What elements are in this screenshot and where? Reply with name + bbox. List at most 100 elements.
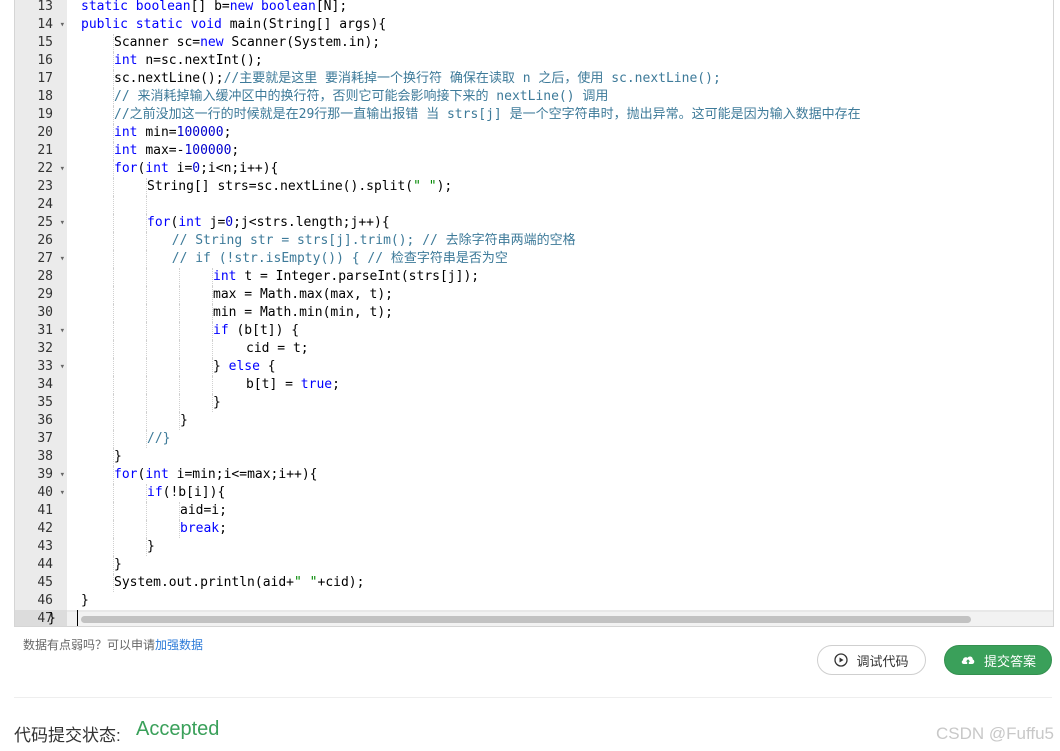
code-line[interactable]: public static void main(String[] args){: [67, 16, 1053, 34]
code-line[interactable]: [67, 196, 1053, 214]
line-number-text: 40: [37, 485, 53, 500]
code-token: }: [213, 395, 221, 410]
code-line[interactable]: static boolean[] b=new boolean[N];: [67, 0, 1053, 16]
horizontal-scrollbar[interactable]: [67, 612, 1053, 626]
code-text: if (b[t]) {: [213, 322, 299, 340]
code-line[interactable]: System.out.println(aid+" "+cid);: [67, 574, 1053, 592]
submission-status-label: 代码提交状态:: [14, 726, 121, 745]
code-line[interactable]: }: [67, 412, 1053, 430]
fold-toggle-icon[interactable]: ▾: [60, 250, 65, 268]
line-number: 43: [15, 538, 67, 556]
code-line[interactable]: min = Math.min(min, t);: [67, 304, 1053, 322]
code-line[interactable]: int min=100000;: [67, 124, 1053, 142]
strengthen-data-link[interactable]: 加强数据: [155, 638, 203, 652]
line-number: 28: [15, 268, 67, 286]
line-number: 32: [15, 340, 67, 358]
code-token: ;: [231, 143, 240, 158]
code-line[interactable]: Scanner sc=new Scanner(System.in);: [67, 34, 1053, 52]
code-line[interactable]: cid = t;: [67, 340, 1053, 358]
code-area[interactable]: static boolean[] b=new boolean[N]; public…: [48, 0, 1053, 626]
line-number-text: 46: [37, 593, 53, 608]
code-token: if: [147, 485, 163, 500]
code-line[interactable]: sc.nextLine();//主要就是这里 要消耗掉一个换行符 确保在读取 n…: [67, 70, 1053, 88]
scrollbar-thumb[interactable]: [81, 616, 971, 623]
line-number: 39 ▾: [15, 466, 67, 484]
indent-guide: [113, 484, 114, 502]
code-token: Scanner sc=: [114, 35, 201, 50]
code-token: }: [213, 359, 229, 374]
line-number-text: 13: [37, 0, 53, 14]
indent-guide: [146, 358, 147, 376]
submit-answer-button[interactable]: 提交答案: [944, 645, 1052, 675]
code-line[interactable]: if (b[t]) {: [67, 322, 1053, 340]
code-text: }: [81, 592, 89, 610]
code-text: int min=100000;: [114, 124, 231, 142]
code-line[interactable]: aid=i;: [67, 502, 1053, 520]
code-line[interactable]: for(int i=min;i<=max;i++){: [67, 466, 1053, 484]
fold-toggle-icon[interactable]: ▾: [60, 484, 65, 502]
fold-toggle-icon[interactable]: ▾: [60, 358, 65, 376]
indent-guide: [113, 394, 114, 412]
code-text: // if (!str.isEmpty()) { // 检查字符串是否为空: [172, 250, 508, 268]
line-number-text: 31: [37, 323, 53, 338]
code-line[interactable]: b[t] = true;: [67, 376, 1053, 394]
line-number-text: 22: [37, 161, 53, 176]
cloud-upload-icon: [960, 653, 976, 667]
code-line[interactable]: // if (!str.isEmpty()) { // 检查字符串是否为空: [67, 250, 1053, 268]
code-token: }: [81, 593, 89, 608]
code-line[interactable]: for(int i=0;i<n;i++){: [67, 160, 1053, 178]
fold-toggle-icon[interactable]: ▾: [60, 16, 65, 34]
code-token: j=: [209, 215, 226, 230]
fold-toggle-icon[interactable]: ▾: [60, 466, 65, 484]
indent-guide: [146, 250, 147, 268]
code-line[interactable]: for(int j=0;j<strs.length;j++){: [67, 214, 1053, 232]
code-line[interactable]: int t = Integer.parseInt(strs[j]);: [67, 268, 1053, 286]
code-line[interactable]: } else {: [67, 358, 1053, 376]
line-number-text: 16: [37, 53, 53, 68]
fold-toggle-icon[interactable]: ▾: [60, 214, 65, 232]
code-line[interactable]: String[] strs=sc.nextLine().split(" ");: [67, 178, 1053, 196]
code-token: t = Integer.parseInt(strs[j]);: [244, 269, 480, 284]
code-token: new: [200, 35, 232, 50]
code-token: //之前没加这一行的时候就是在29行那一直输出报错 当 strs[j] 是一个空…: [114, 107, 861, 122]
code-line[interactable]: //之前没加这一行的时候就是在29行那一直输出报错 当 strs[j] 是一个空…: [67, 106, 1053, 124]
code-token: min=: [145, 125, 177, 140]
code-line[interactable]: }: [67, 448, 1053, 466]
code-line[interactable]: break;: [67, 520, 1053, 538]
code-line[interactable]: int n=sc.nextInt();: [67, 52, 1053, 70]
code-token: }: [114, 557, 122, 572]
code-line[interactable]: }: [67, 538, 1053, 556]
code-line[interactable]: }: [67, 556, 1053, 574]
code-line[interactable]: }: [67, 592, 1053, 610]
code-text: Scanner sc=new Scanner(System.in);: [114, 34, 380, 52]
indent-guide: [212, 340, 213, 358]
line-number: 14 ▾: [15, 16, 67, 34]
code-line[interactable]: // 来消耗掉输入缓冲区中的换行符，否则它可能会影响接下来的 nextLine(…: [67, 88, 1053, 106]
code-line[interactable]: }: [67, 394, 1053, 412]
indent-guide: [212, 376, 213, 394]
code-token: Scanner(System.in);: [231, 35, 381, 50]
line-number-text: 43: [37, 539, 53, 554]
code-text: System.out.println(aid+" "+cid);: [114, 574, 364, 592]
line-number-text: 38: [37, 449, 53, 464]
code-token: break: [180, 521, 220, 536]
code-line[interactable]: max = Math.max(max, t);: [67, 286, 1053, 304]
code-token: 100000: [184, 143, 232, 158]
fold-toggle-icon[interactable]: ▾: [60, 322, 65, 340]
line-number-text: 36: [37, 413, 53, 428]
code-line[interactable]: //}: [67, 430, 1053, 448]
debug-code-button[interactable]: 调试代码: [817, 645, 926, 675]
line-number: 27 ▾: [15, 250, 67, 268]
code-line[interactable]: if(!b[i]){: [67, 484, 1053, 502]
fold-toggle-icon[interactable]: ▾: [60, 160, 65, 178]
code-editor[interactable]: 13 14 ▾ 15 16 17 18 19 20 21 22 ▾ 23 24 25 ▾ 26 27 ▾ 28 29 30…: [14, 0, 1054, 627]
play-circle-icon: [834, 653, 849, 667]
line-number-text: 17: [37, 71, 53, 86]
code-token: ;: [223, 125, 232, 140]
line-number: 13: [15, 0, 67, 16]
code-line[interactable]: int max=-100000;: [67, 142, 1053, 160]
code-text: } else {: [213, 358, 276, 376]
indent-guide: [113, 250, 114, 268]
code-line[interactable]: // String str = strs[j].trim(); // 去除字符串…: [67, 232, 1053, 250]
code-token: );: [436, 179, 453, 194]
